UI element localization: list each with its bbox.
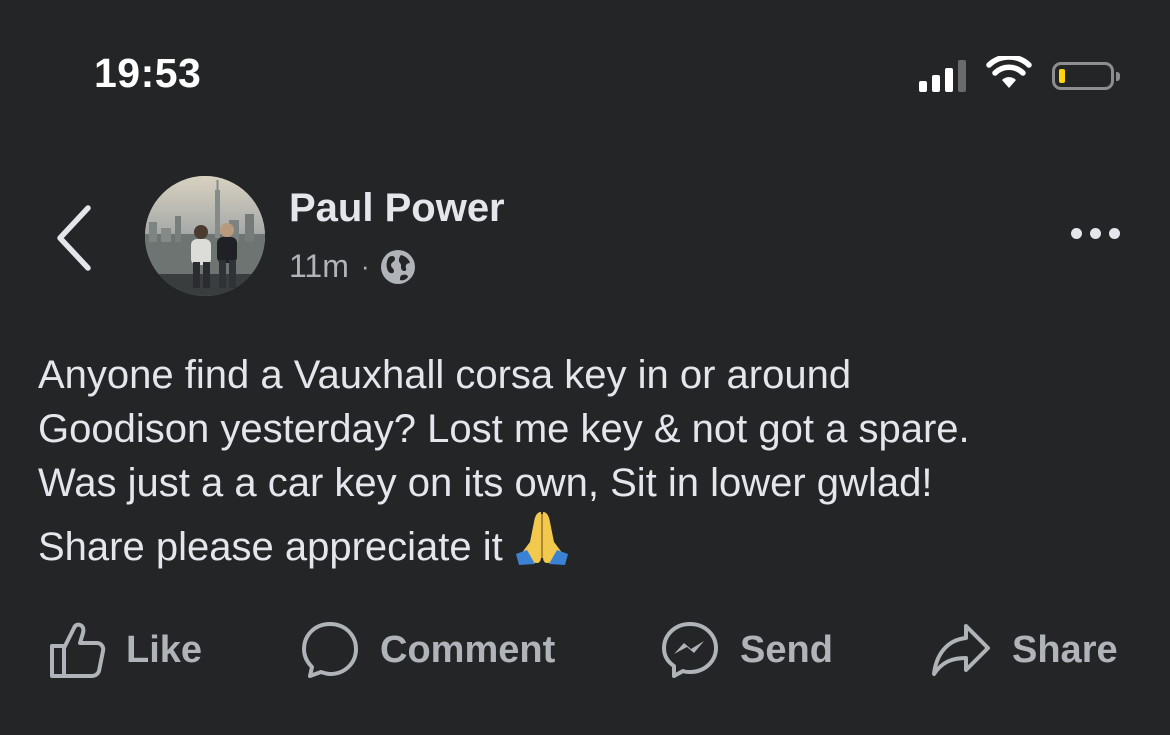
avatar-photo	[145, 176, 265, 296]
more-icon-dot	[1109, 228, 1120, 239]
back-chevron-icon	[57, 205, 91, 271]
globe-icon	[380, 249, 415, 284]
comment-label: Comment	[380, 628, 556, 671]
more-options-button[interactable]	[1065, 222, 1126, 245]
back-button[interactable]	[44, 198, 104, 278]
post-action-bar: Like Comment Send Share	[0, 610, 1170, 690]
meta-separator: ·	[360, 251, 370, 281]
post-text: Anyone find a Vauxhall corsa key in or a…	[38, 353, 970, 569]
thumbs-up-icon	[50, 622, 106, 678]
share-button[interactable]: Share	[930, 610, 1118, 690]
post-body: Anyone find a Vauxhall corsa key in or a…	[38, 348, 1138, 580]
battery-icon	[1052, 61, 1120, 90]
post-meta: 11m ·	[289, 248, 416, 285]
send-button[interactable]: Send	[660, 610, 833, 690]
more-icon-dot	[1090, 228, 1101, 239]
messenger-icon	[662, 622, 718, 678]
folded-hands-emoji	[513, 510, 571, 580]
wifi-icon	[986, 54, 1032, 95]
post-screen: 19:53 Paul Power 11m · Anyone find a Vau…	[0, 0, 1170, 735]
more-icon-dot	[1071, 228, 1082, 239]
author-name[interactable]: Paul Power	[289, 186, 505, 231]
status-icons	[919, 54, 1120, 95]
share-arrow-icon	[932, 624, 990, 676]
signal-icon	[919, 59, 966, 92]
status-time: 19:53	[94, 50, 202, 96]
like-button[interactable]: Like	[48, 610, 202, 690]
battery-level	[1059, 68, 1065, 83]
like-label: Like	[126, 628, 203, 671]
post-timestamp[interactable]: 11m	[289, 248, 349, 285]
author-avatar[interactable]	[145, 176, 265, 296]
share-label: Share	[1012, 628, 1118, 671]
comment-button[interactable]: Comment	[300, 610, 555, 690]
send-label: Send	[740, 628, 833, 671]
comment-icon	[302, 622, 358, 678]
